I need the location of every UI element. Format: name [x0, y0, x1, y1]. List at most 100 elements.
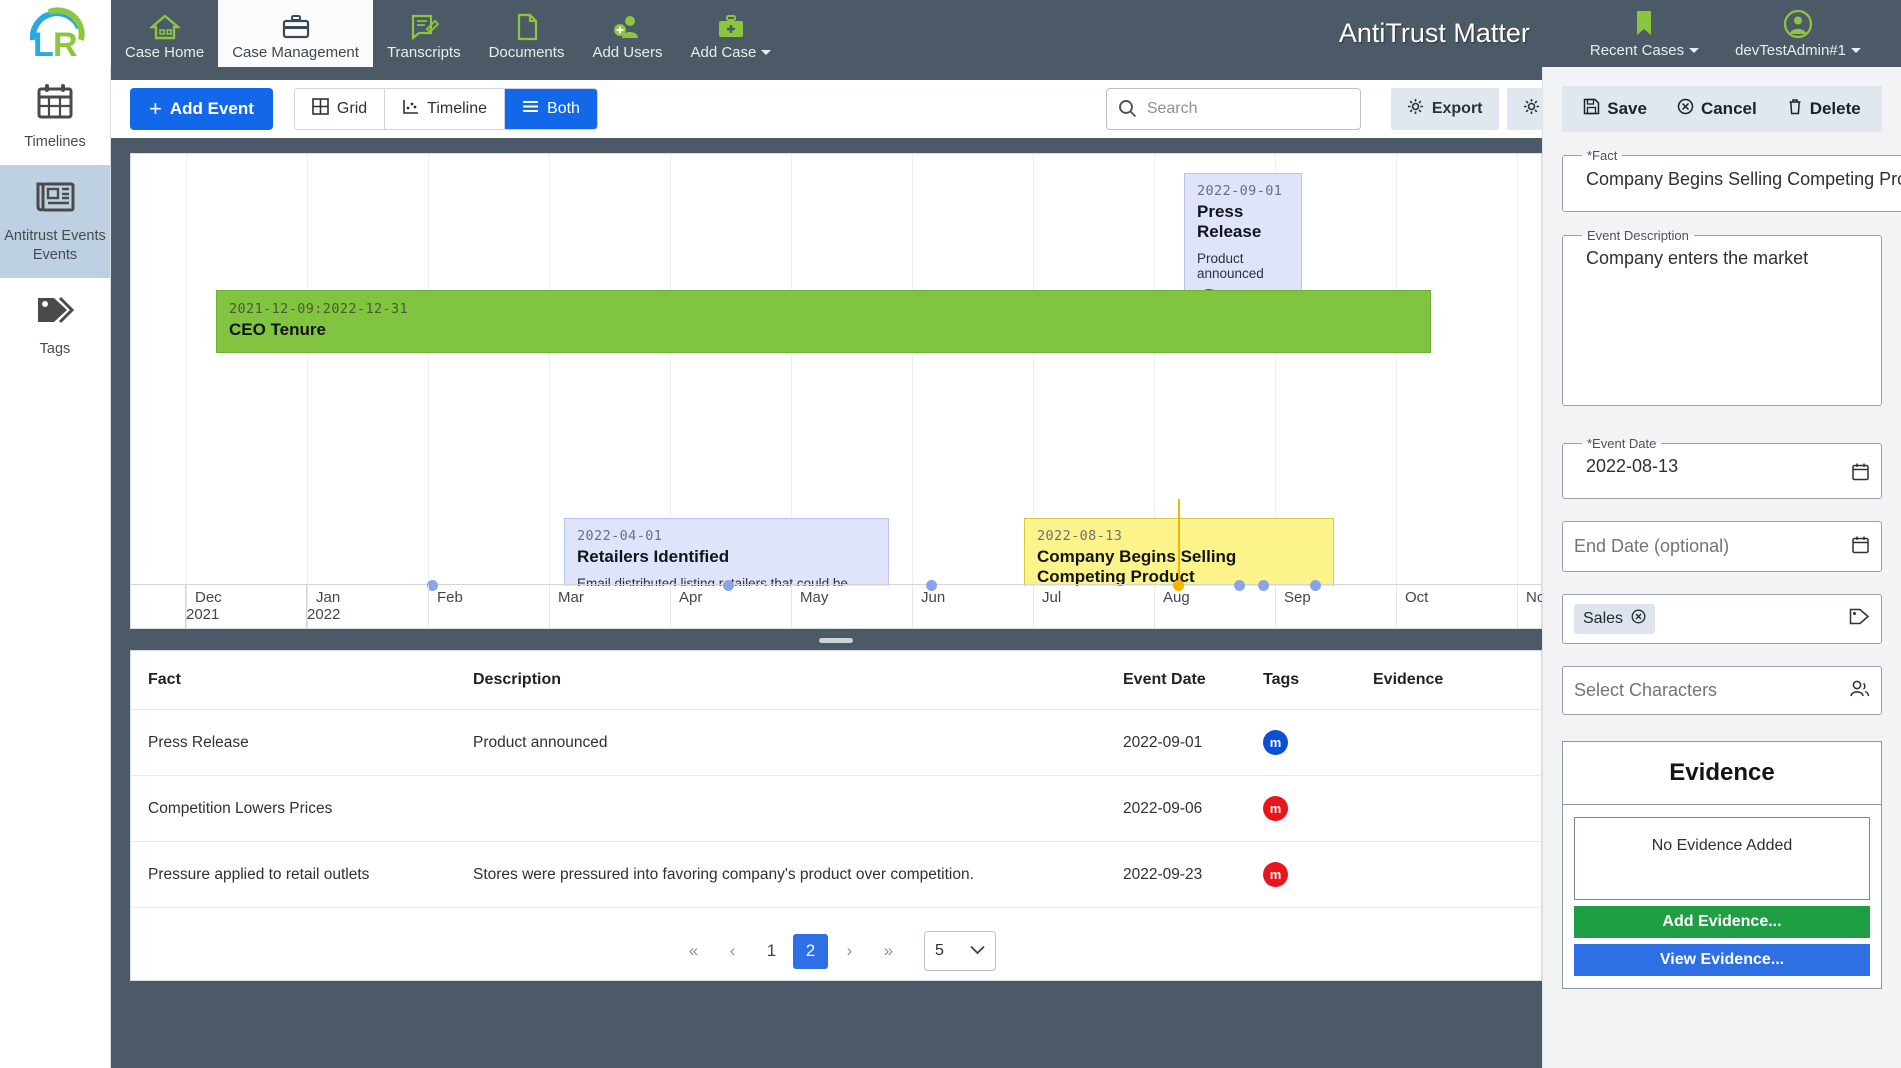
cell-tags: m: [1246, 775, 1356, 842]
column-header-description[interactable]: Description: [456, 651, 1106, 710]
event-date: 2022-04-01: [577, 528, 663, 544]
table-body: Press Release Product announced 2022-09-…: [131, 709, 1541, 908]
tag-badge[interactable]: m: [1263, 862, 1288, 887]
view-timeline-label: Timeline: [427, 100, 488, 117]
pager-first-button[interactable]: «: [676, 934, 711, 969]
column-header-fact[interactable]: Fact: [131, 651, 456, 710]
recent-cases-label: Recent Cases: [1590, 42, 1700, 60]
tag-chip-sales[interactable]: Sales: [1574, 604, 1656, 635]
add-event-button[interactable]: + Add Event: [130, 88, 273, 130]
gridline: [186, 154, 187, 586]
nav-item-add-case[interactable]: Add Case: [676, 0, 785, 67]
logo-icon: L R: [29, 6, 85, 62]
page-size-select[interactable]: 5: [924, 931, 996, 971]
timeline-canvas[interactable]: 2022-09-01 Press Release Product announc…: [131, 154, 1541, 586]
fact-input-wrap: Company Begins Selling Competing Produ: [1575, 169, 1901, 201]
sidebar-item-tags[interactable]: Tags: [0, 278, 110, 372]
remove-tag-icon[interactable]: [1631, 609, 1646, 629]
pager-prev-button[interactable]: ‹: [715, 934, 750, 969]
view-both-button[interactable]: Both: [505, 89, 597, 129]
tags-icon: [4, 292, 106, 333]
event-description-field[interactable]: Event Description Company enters the mar…: [1562, 227, 1882, 406]
event-date-field[interactable]: *Event Date 2022-08-13: [1562, 435, 1882, 500]
view-grid-button[interactable]: Grid: [294, 89, 386, 129]
delete-button[interactable]: Delete: [1777, 98, 1871, 120]
view-timeline-button[interactable]: Timeline: [385, 89, 506, 129]
add-evidence-button[interactable]: Add Evidence...: [1574, 906, 1870, 939]
nav-item-transcripts[interactable]: Transcripts: [373, 0, 475, 67]
view-both-label: Both: [547, 100, 580, 117]
search-input[interactable]: [1105, 88, 1361, 130]
view-evidence-button[interactable]: View Evidence...: [1574, 944, 1870, 977]
gridline: [549, 154, 550, 586]
recent-cases-menu[interactable]: Recent Cases: [1572, 0, 1717, 67]
event-description: Product announced: [1197, 251, 1264, 281]
gridline: [912, 154, 913, 586]
event-detail-panel: Save Cancel Delete *Fact Company Begins …: [1542, 67, 1901, 1068]
pager-last-button[interactable]: »: [871, 934, 906, 969]
characters-input[interactable]: Select Characters: [1574, 680, 1870, 701]
event-date-input[interactable]: 2022-08-13: [1586, 456, 1858, 477]
export-button[interactable]: Export: [1390, 88, 1499, 130]
user-menu[interactable]: devTestAdmin#1: [1717, 0, 1879, 67]
cell-event-date: 2022-09-06: [1106, 775, 1246, 842]
pager-next-button[interactable]: ›: [832, 934, 867, 969]
end-date-input[interactable]: End Date (optional): [1574, 536, 1870, 557]
chevron-down-icon: [1689, 48, 1700, 54]
characters-field[interactable]: Select Characters: [1562, 666, 1882, 716]
axis-year: 2021: [186, 606, 220, 623]
save-icon: [1583, 98, 1600, 120]
tag-badge[interactable]: m: [1263, 796, 1288, 821]
timeline-axis: Dec Jan Feb Mar Apr May Jun Jul Aug Sep …: [131, 580, 1553, 629]
cell-tags: m: [1246, 709, 1356, 776]
calendar-icon[interactable]: [1851, 535, 1870, 559]
axis-month: Jul: [1033, 585, 1154, 629]
fact-input[interactable]: Company Begins Selling Competing Produ: [1586, 169, 1901, 190]
tag-badge[interactable]: m: [1263, 730, 1288, 755]
save-button[interactable]: Save: [1573, 98, 1657, 120]
column-header-tags[interactable]: Tags: [1246, 651, 1356, 710]
evidence-title: Evidence: [1563, 742, 1881, 806]
pager-page-1[interactable]: 1: [754, 934, 789, 969]
nav-item-add-users[interactable]: Add Users: [578, 0, 676, 67]
table-row[interactable]: Competition Lowers Prices 2022-09-06 m: [131, 775, 1541, 842]
calendar-icon[interactable]: [1851, 462, 1870, 486]
event-date: 2022-09-01: [1197, 183, 1283, 199]
chevron-down-icon: [970, 942, 985, 960]
left-sidebar: Timelines Antitrust Events Events Tags: [0, 67, 111, 1068]
cell-description: Product announced: [456, 709, 1106, 776]
cell-evidence: [1356, 841, 1541, 908]
event-description-input[interactable]: Company enters the market: [1586, 248, 1858, 269]
table-row[interactable]: Press Release Product announced 2022-09-…: [131, 709, 1541, 776]
gear-icon: [1407, 98, 1424, 120]
sidebar-item-label: Timelines: [24, 134, 86, 151]
cancel-button[interactable]: Cancel: [1667, 98, 1767, 120]
timeline-event-card[interactable]: 2022-04-01 Retailers Identified Email di…: [564, 518, 889, 586]
plus-icon: +: [149, 96, 162, 121]
pager-page-2[interactable]: 2: [793, 933, 828, 969]
fact-field[interactable]: *Fact Company Begins Selling Competing P…: [1562, 148, 1901, 212]
cell-event-date: 2022-09-23: [1106, 841, 1246, 908]
tags-field[interactable]: Sales: [1562, 594, 1882, 645]
panel-resize-handle[interactable]: [130, 633, 1542, 647]
sidebar-item-antitrust-events[interactable]: Antitrust Events Events: [0, 165, 110, 278]
column-header-evidence[interactable]: Evidence: [1356, 651, 1541, 710]
table-row[interactable]: Pressure applied to retail outlets Store…: [131, 841, 1541, 908]
sidebar-item-timelines[interactable]: Timelines: [0, 67, 110, 165]
end-date-field[interactable]: End Date (optional): [1562, 521, 1882, 573]
app-logo[interactable]: L R: [0, 0, 111, 67]
people-icon[interactable]: [1849, 679, 1870, 703]
table-head: Fact Description Event Date Tags Evidenc…: [131, 651, 1541, 710]
search-box: [1105, 88, 1361, 130]
tag-icon[interactable]: [1849, 607, 1870, 631]
timeline-range-bar[interactable]: 2021-12-09:2022-12-31 CEO Tenure: [216, 290, 1431, 353]
column-header-event-date[interactable]: Event Date: [1106, 651, 1246, 710]
grip-icon: [819, 637, 853, 643]
nav-item-case-management[interactable]: Case Management: [218, 0, 373, 67]
nav-item-case-home[interactable]: Case Home: [111, 0, 218, 67]
close-circle-icon: [1677, 98, 1694, 120]
events-table: Fact Description Event Date Tags Evidenc…: [131, 651, 1541, 908]
svg-text:R: R: [53, 26, 78, 62]
nav-item-documents[interactable]: Documents: [475, 0, 579, 67]
